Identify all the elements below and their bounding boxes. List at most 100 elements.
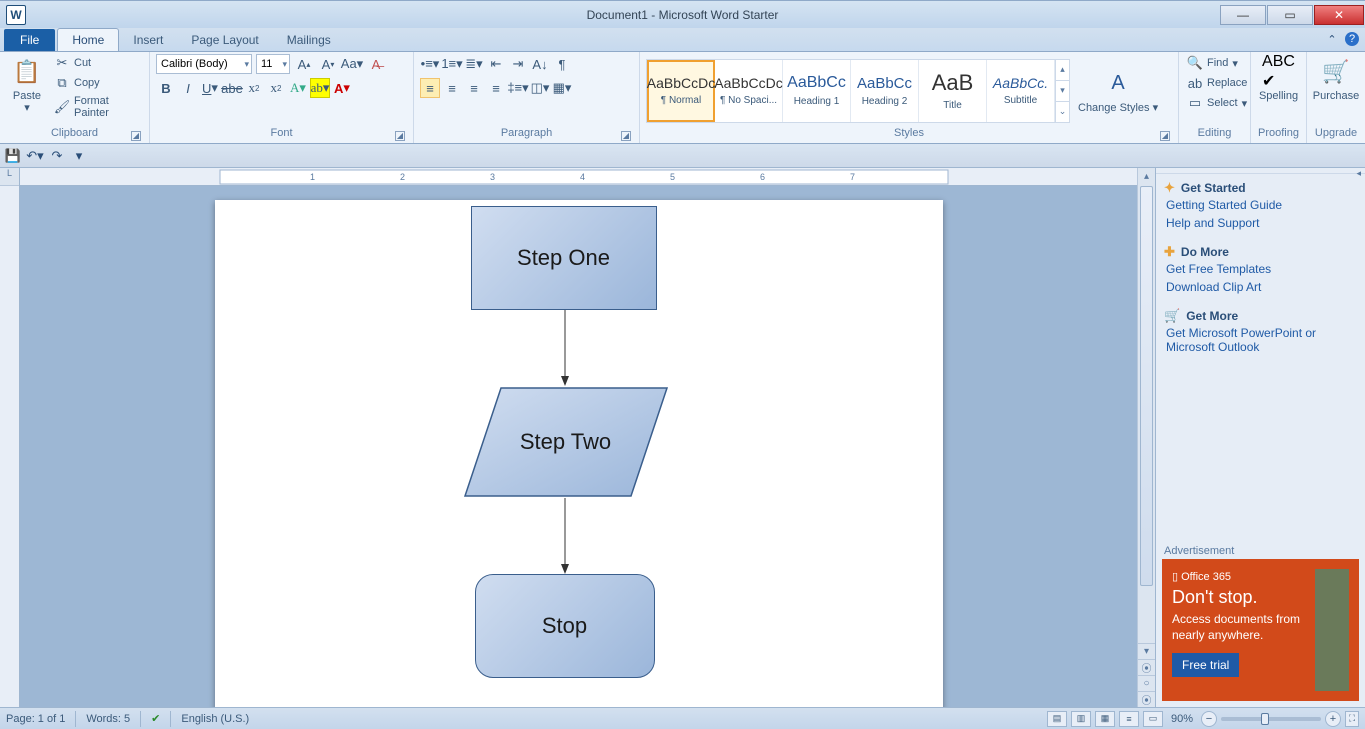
clipboard-dialog-launcher[interactable]: ◢ — [131, 131, 141, 141]
zoom-in-button[interactable]: + — [1325, 711, 1341, 727]
zoom-fit-button[interactable]: ⛶ — [1345, 711, 1359, 727]
bullets-button[interactable]: •≡▾ — [420, 54, 440, 74]
document-canvas[interactable]: Step One Step Two — [20, 186, 1137, 707]
show-marks-button[interactable]: ¶ — [552, 54, 572, 74]
help-support-link[interactable]: Help and Support — [1164, 214, 1357, 232]
numbering-button[interactable]: 1≡▾ — [442, 54, 462, 74]
copy-button[interactable]: ⧉Copy — [52, 74, 143, 92]
styles-more[interactable]: ⌄ — [1056, 101, 1069, 122]
borders-button[interactable]: ▦▾ — [552, 78, 572, 98]
text-effects-button[interactable]: A▾ — [288, 78, 308, 98]
replace-button[interactable]: abReplace — [1185, 74, 1249, 92]
font-name-combo[interactable]: Calibri (Body) — [156, 54, 252, 74]
style-heading1[interactable]: AaBbCcHeading 1 — [783, 60, 851, 122]
format-painter-button[interactable]: 🖌Format Painter — [52, 94, 143, 120]
free-trial-button[interactable]: Free trial — [1172, 653, 1239, 677]
style-subtitle[interactable]: AaBbCc.Subtitle — [987, 60, 1055, 122]
style-no-spacing[interactable]: AaBbCcDc¶ No Spaci... — [715, 60, 783, 122]
decrease-indent-button[interactable]: ⇤ — [486, 54, 506, 74]
vertical-scrollbar[interactable]: ▴ ▾ ⦿ ○ ⦿ — [1137, 168, 1155, 707]
scroll-up-button[interactable]: ▴ — [1138, 168, 1155, 184]
font-dialog-launcher[interactable]: ◢ — [395, 131, 405, 141]
paragraph-dialog-launcher[interactable]: ◢ — [621, 131, 631, 141]
style-heading2[interactable]: AaBbCcHeading 2 — [851, 60, 919, 122]
purchase-button[interactable]: 🛒Purchase — [1313, 54, 1359, 104]
italic-button[interactable]: I — [178, 78, 198, 98]
free-templates-link[interactable]: Get Free Templates — [1164, 260, 1357, 278]
styles-dialog-launcher[interactable]: ◢ — [1160, 131, 1170, 141]
font-color-button[interactable]: A▾ — [332, 78, 352, 98]
subscript-button[interactable]: x2 — [244, 78, 264, 98]
getting-started-guide-link[interactable]: Getting Started Guide — [1164, 196, 1357, 214]
undo-button[interactable]: ↶▾ — [26, 147, 44, 165]
outline-view[interactable]: ≡ — [1119, 711, 1139, 727]
draft-view[interactable]: ▭ — [1143, 711, 1163, 727]
highlight-button[interactable]: ab▾ — [310, 78, 330, 98]
scroll-down-button[interactable]: ▾ — [1138, 643, 1155, 659]
zoom-value[interactable]: 90% — [1171, 713, 1193, 725]
horizontal-ruler[interactable]: 123 4567 — [20, 168, 1137, 186]
line-spacing-button[interactable]: ‡≡▾ — [508, 78, 528, 98]
sort-button[interactable]: A↓ — [530, 54, 550, 74]
styles-gallery[interactable]: AaBbCcDc¶ Normal AaBbCcDc¶ No Spaci... A… — [646, 59, 1070, 123]
print-layout-view[interactable]: ▤ — [1047, 711, 1067, 727]
tab-file[interactable]: File — [4, 29, 55, 51]
download-clipart-link[interactable]: Download Clip Art — [1164, 278, 1357, 296]
align-center-button[interactable]: ≡ — [442, 78, 462, 98]
underline-button[interactable]: U▾ — [200, 78, 220, 98]
paste-button[interactable]: 📋 Paste▾ — [6, 54, 48, 116]
find-button[interactable]: 🔍Find ▾ — [1185, 54, 1249, 72]
cut-button[interactable]: ✂Cut — [52, 54, 143, 72]
tab-insert[interactable]: Insert — [119, 29, 177, 51]
next-page-button[interactable]: ⦿ — [1138, 691, 1155, 707]
flowchart-terminator-stop[interactable]: Stop — [475, 574, 655, 678]
save-button[interactable]: 💾 — [4, 147, 22, 165]
page-status[interactable]: Page: 1 of 1 — [6, 713, 65, 725]
help-icon[interactable]: ? — [1345, 32, 1359, 46]
maximize-button[interactable]: ▭ — [1267, 5, 1313, 25]
spelling-button[interactable]: ABC✔Spelling — [1257, 54, 1300, 104]
web-layout-view[interactable]: ▦ — [1095, 711, 1115, 727]
grow-font-button[interactable]: A▴ — [294, 54, 314, 74]
font-size-combo[interactable]: 11 — [256, 54, 290, 74]
get-powerpoint-outlook-link[interactable]: Get Microsoft PowerPoint or Microsoft Ou… — [1164, 324, 1357, 356]
close-button[interactable]: ✕ — [1314, 5, 1364, 25]
justify-button[interactable]: ≡ — [486, 78, 506, 98]
change-styles-button[interactable]: A Change Styles ▾ — [1074, 66, 1162, 116]
increase-indent-button[interactable]: ⇥ — [508, 54, 528, 74]
flowchart-arrow-2[interactable] — [560, 498, 570, 574]
align-left-button[interactable]: ≡ — [420, 78, 440, 98]
scroll-thumb[interactable] — [1140, 186, 1153, 586]
ruler-toggle[interactable]: L — [0, 168, 19, 186]
style-title[interactable]: AaBTitle — [919, 60, 987, 122]
minimize-button[interactable]: — — [1220, 5, 1266, 25]
task-pane-toggle[interactable]: ◂ — [1356, 168, 1361, 173]
flowchart-arrow-1[interactable] — [560, 310, 570, 386]
align-right-button[interactable]: ≡ — [464, 78, 484, 98]
zoom-slider[interactable] — [1221, 717, 1321, 721]
browse-object-button[interactable]: ○ — [1138, 675, 1155, 691]
advertisement[interactable]: ▯ Office 365 Don't stop. Access document… — [1162, 559, 1359, 701]
zoom-out-button[interactable]: − — [1201, 711, 1217, 727]
word-count[interactable]: Words: 5 — [86, 713, 130, 725]
strikethrough-button[interactable]: abe — [222, 78, 242, 98]
zoom-handle[interactable] — [1261, 713, 1269, 725]
multilevel-list-button[interactable]: ≣▾ — [464, 54, 484, 74]
flowchart-process-step-one[interactable]: Step One — [471, 206, 657, 310]
tab-mailings[interactable]: Mailings — [273, 29, 345, 51]
minimize-ribbon-icon[interactable]: ⌃ — [1325, 32, 1339, 46]
page[interactable]: Step One Step Two — [215, 200, 943, 707]
superscript-button[interactable]: x2 — [266, 78, 286, 98]
proofing-status[interactable]: ✔ — [151, 712, 160, 725]
tab-page-layout[interactable]: Page Layout — [177, 29, 272, 51]
tab-home[interactable]: Home — [57, 28, 119, 51]
vertical-ruler[interactable]: L — [0, 168, 20, 707]
previous-page-button[interactable]: ⦿ — [1138, 659, 1155, 675]
bold-button[interactable]: B — [156, 78, 176, 98]
shrink-font-button[interactable]: A▾ — [318, 54, 338, 74]
language-status[interactable]: English (U.S.) — [181, 713, 249, 725]
select-button[interactable]: ▭Select ▾ — [1185, 94, 1249, 112]
style-normal[interactable]: AaBbCcDc¶ Normal — [647, 60, 715, 122]
flowchart-data-step-two[interactable]: Step Two — [463, 386, 669, 498]
styles-scroll-up[interactable]: ▴ — [1056, 60, 1069, 80]
